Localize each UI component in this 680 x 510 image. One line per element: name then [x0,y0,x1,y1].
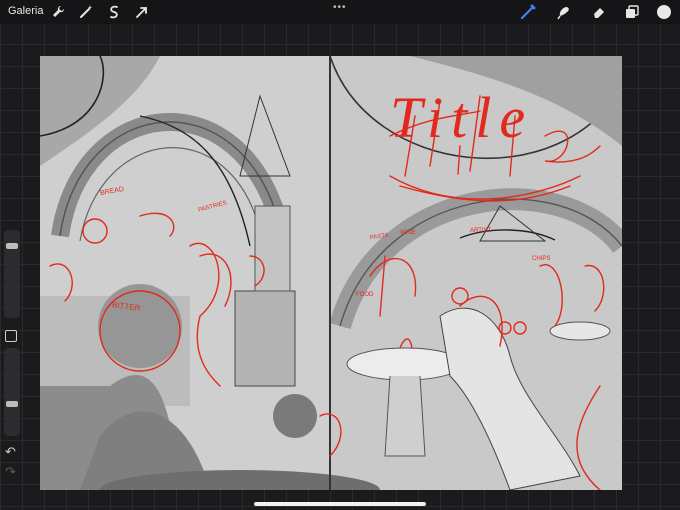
sign-label-food: FOOD [356,292,374,298]
sketch-artwork [40,56,622,490]
menu-dots[interactable]: ••• [333,2,347,13]
transform-arrow-icon[interactable] [134,4,150,20]
drawing-canvas[interactable]: Title BITTER BREAD PASTRIES PASTA WINE C… [40,56,622,490]
gallery-button[interactable]: Galeria [8,5,43,17]
modify-button[interactable] [5,330,17,342]
eraser-icon[interactable] [591,4,607,20]
brush-size-thumb[interactable] [6,243,18,249]
sign-label-chips: CHIPS [532,256,551,262]
wrench-icon[interactable] [50,4,66,20]
brush-icon[interactable] [520,4,536,20]
magic-wand-icon[interactable] [78,4,94,20]
opacity-thumb[interactable] [6,401,18,407]
layers-icon[interactable] [624,4,640,20]
left-sidebar: ↶ ↷ [2,230,20,480]
undo-button[interactable]: ↶ [5,444,16,460]
opacity-slider[interactable] [4,348,20,436]
color-swatch[interactable] [656,4,672,20]
sign-label-artist: ARTIST [470,228,492,234]
sign-label-wine: WINE [400,230,416,236]
redo-button[interactable]: ↷ [5,464,16,480]
smudge-icon[interactable] [556,4,572,20]
top-toolbar: Galeria ••• [0,0,680,24]
brush-size-slider[interactable] [4,230,20,318]
home-indicator [254,502,426,506]
selection-icon[interactable] [106,4,122,20]
sketch-title: Title [390,85,534,150]
